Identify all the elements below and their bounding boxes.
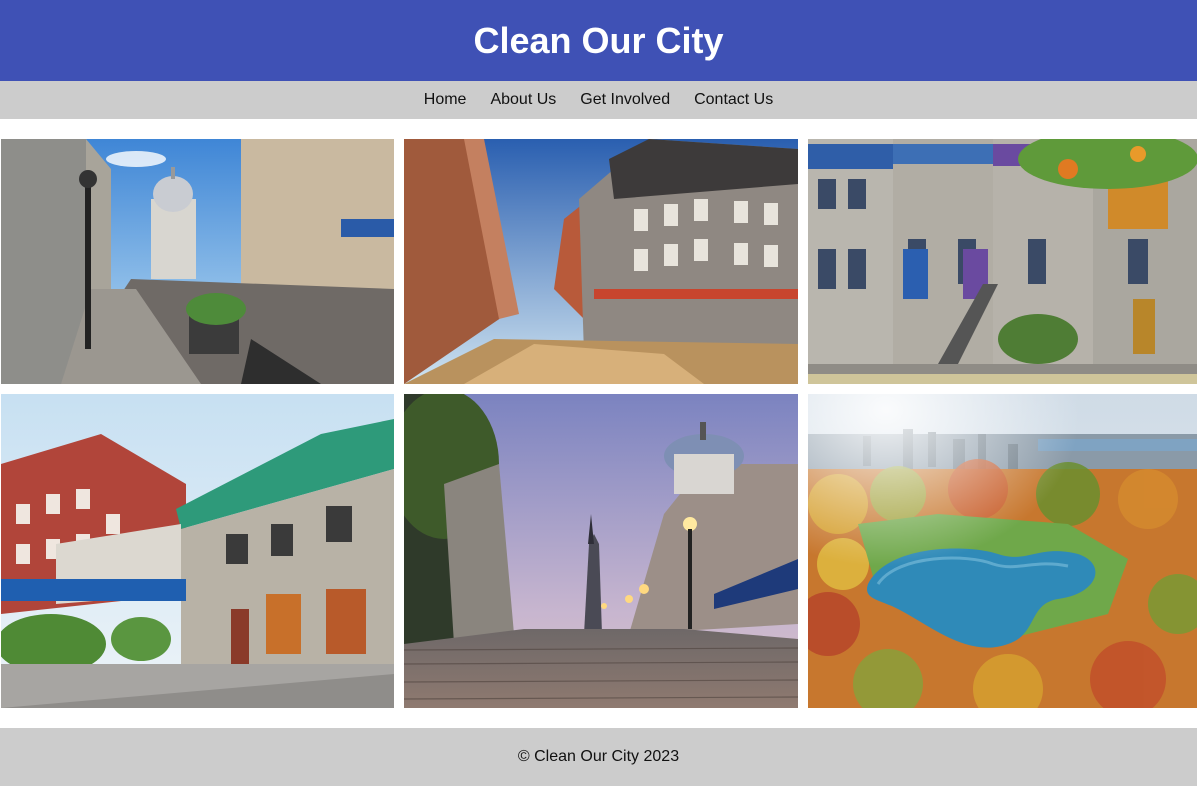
main-nav: Home About Us Get Involved Contact Us (0, 81, 1197, 119)
nav-link-get-involved[interactable]: Get Involved (580, 91, 670, 109)
site-title: Clean Our City (473, 19, 724, 61)
gallery-image-rowhouses (808, 139, 1197, 384)
gallery-image-hotel-corner (1, 394, 394, 708)
site-header: Clean Our City (0, 0, 1197, 81)
gallery-image-old-street (1, 139, 394, 384)
copyright-text: © Clean Our City 2023 (517, 748, 680, 765)
gallery-image-aerial-park (808, 394, 1197, 708)
nav-link-contact-us[interactable]: Contact Us (694, 91, 773, 109)
nav-link-about-us[interactable]: About Us (490, 91, 556, 109)
gallery-image-cobblestone-dusk (404, 394, 798, 708)
site-footer: © Clean Our City 2023 (0, 728, 1197, 786)
photo-gallery (0, 139, 1197, 708)
nav-link-home[interactable]: Home (424, 91, 467, 109)
gallery-image-corner-building (404, 139, 798, 384)
